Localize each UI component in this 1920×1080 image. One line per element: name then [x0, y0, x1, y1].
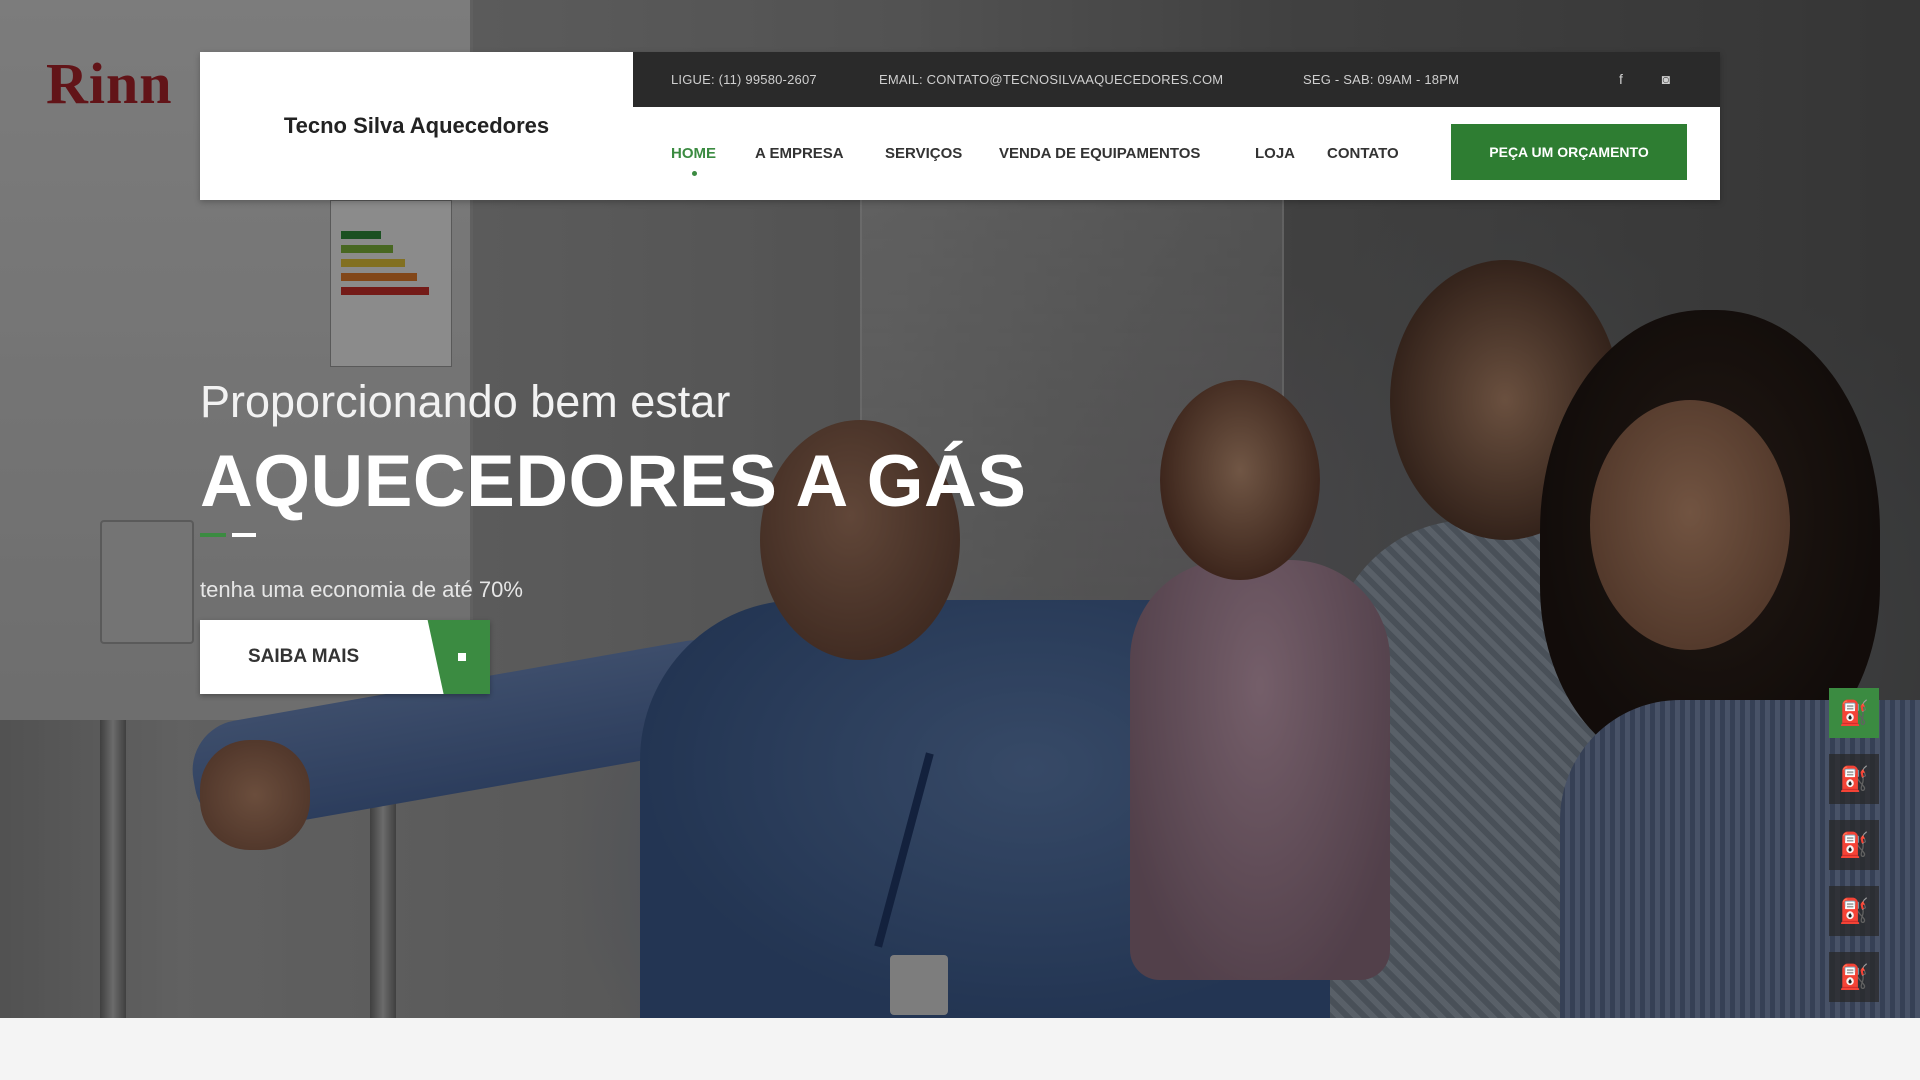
- quote-button[interactable]: PEÇA UM ORÇAMENTO: [1451, 124, 1687, 180]
- slide-button-1[interactable]: ⛽: [1829, 688, 1879, 738]
- next-section-strip: [0, 1018, 1920, 1080]
- instagram-icon[interactable]: ◙: [1656, 69, 1676, 89]
- saiba-mais-button[interactable]: SAIBA MAIS: [200, 620, 490, 694]
- site-header: Tecno Silva Aquecedores LIGUE: (11) 9958…: [200, 52, 1720, 200]
- facebook-icon[interactable]: f: [1611, 69, 1631, 89]
- saiba-mais-label: SAIBA MAIS: [248, 646, 360, 667]
- topbar-email: EMAIL: CONTATO@TECNOSILVAAQUECEDORES.COM: [879, 72, 1224, 87]
- nav-item-venda-equipamentos[interactable]: VENDA DE EQUIPAMENTOS: [999, 107, 1200, 200]
- hero-text: tenha uma economia de até 70%: [200, 577, 523, 602]
- arrow-right-icon: [458, 653, 466, 661]
- nav-item-contato[interactable]: CONTATO: [1327, 107, 1399, 200]
- topbar-phone: LIGUE: (11) 99580-2607: [671, 72, 817, 87]
- nav-item-home[interactable]: HOME: [671, 107, 716, 200]
- nav-item-a-empresa[interactable]: A EMPRESA: [755, 107, 844, 200]
- slide-thumb-icon: ⛽: [1839, 699, 1869, 727]
- slide-button-2[interactable]: ⛽: [1829, 754, 1879, 804]
- slide-button-3[interactable]: ⛽: [1829, 820, 1879, 870]
- nav-item-servicos[interactable]: SERVIÇOS: [885, 107, 962, 200]
- divider-white: [232, 533, 256, 537]
- slide-thumb-icon: ⛽: [1839, 765, 1869, 793]
- slide-button-4[interactable]: ⛽: [1829, 886, 1879, 936]
- hero-subtitle: Proporcionando bem estar: [200, 376, 731, 427]
- logo[interactable]: Tecno Silva Aquecedores: [200, 52, 633, 200]
- logo-text: Tecno Silva Aquecedores: [283, 113, 550, 138]
- slide-thumb-icon: ⛽: [1839, 831, 1869, 859]
- main-nav: HOME A EMPRESA SERVIÇOS VENDA DE EQUIPAM…: [633, 107, 1720, 200]
- nav-item-loja[interactable]: LOJA: [1255, 107, 1295, 200]
- slide-thumb-icon: ⛽: [1839, 963, 1869, 991]
- top-bar: LIGUE: (11) 99580-2607 EMAIL: CONTATO@TE…: [633, 52, 1720, 107]
- hero-title: AQUECEDORES A GÁS: [200, 441, 1027, 522]
- topbar-hours: SEG - SAB: 09AM - 18PM: [1303, 72, 1460, 87]
- divider-green: [200, 533, 226, 537]
- slide-button-5[interactable]: ⛽: [1829, 952, 1879, 1002]
- cta-arrow-block: [427, 620, 490, 694]
- slide-thumb-icon: ⛽: [1839, 897, 1869, 925]
